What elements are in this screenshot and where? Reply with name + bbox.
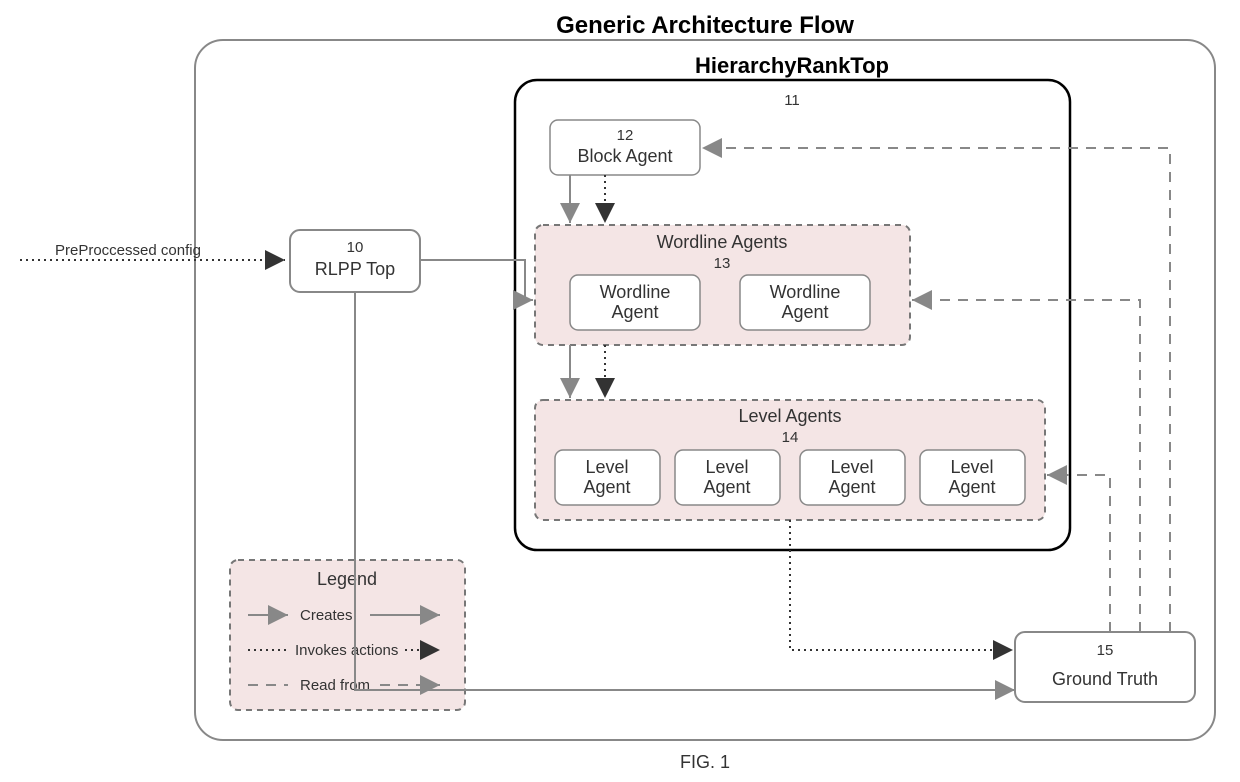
wordline-agent-2-label-2: Agent	[781, 302, 828, 322]
wordline-agent-2-label-1: Wordline	[770, 282, 841, 302]
preprocessed-config-label: PreProccessed config	[55, 242, 201, 259]
outer-title: Generic Architecture Flow	[556, 12, 854, 39]
legend-invokes-text: Invokes actions	[295, 642, 398, 659]
wordline-agents-num: 13	[714, 255, 731, 272]
legend-read-text: Read from	[300, 677, 370, 694]
level-agent-2-l1: Level	[705, 457, 748, 477]
block-agent-num: 12	[617, 127, 634, 144]
legend-title: Legend	[317, 569, 377, 589]
block-agent-label: Block Agent	[577, 146, 672, 166]
hierarchy-title: HierarchyRankTop	[695, 53, 889, 78]
level-agent-4-l2: Agent	[948, 477, 995, 497]
level-agent-1-l1: Level	[585, 457, 628, 477]
level-agents-title: Level Agents	[738, 406, 841, 426]
ground-truth-num: 15	[1097, 642, 1114, 659]
wordline-agents-title: Wordline Agents	[657, 232, 788, 252]
level-agent-3-l1: Level	[830, 457, 873, 477]
legend-creates-text: Creates	[300, 607, 353, 624]
rlpp-top-num: 10	[347, 239, 364, 256]
wordline-agent-1-label-2: Agent	[611, 302, 658, 322]
level-agent-3-l2: Agent	[828, 477, 875, 497]
level-agent-2-l2: Agent	[703, 477, 750, 497]
ground-truth-label: Ground Truth	[1052, 669, 1158, 689]
diagram-canvas: Generic Architecture Flow PreProccessed …	[0, 0, 1240, 782]
level-agent-4-l1: Level	[950, 457, 993, 477]
hierarchy-num: 11	[784, 92, 800, 109]
wordline-agent-1-label-1: Wordline	[600, 282, 671, 302]
level-agent-1-l2: Agent	[583, 477, 630, 497]
figure-caption: FIG. 1	[680, 752, 730, 772]
rlpp-top-label: RLPP Top	[315, 259, 395, 279]
level-agents-num: 14	[782, 429, 799, 446]
